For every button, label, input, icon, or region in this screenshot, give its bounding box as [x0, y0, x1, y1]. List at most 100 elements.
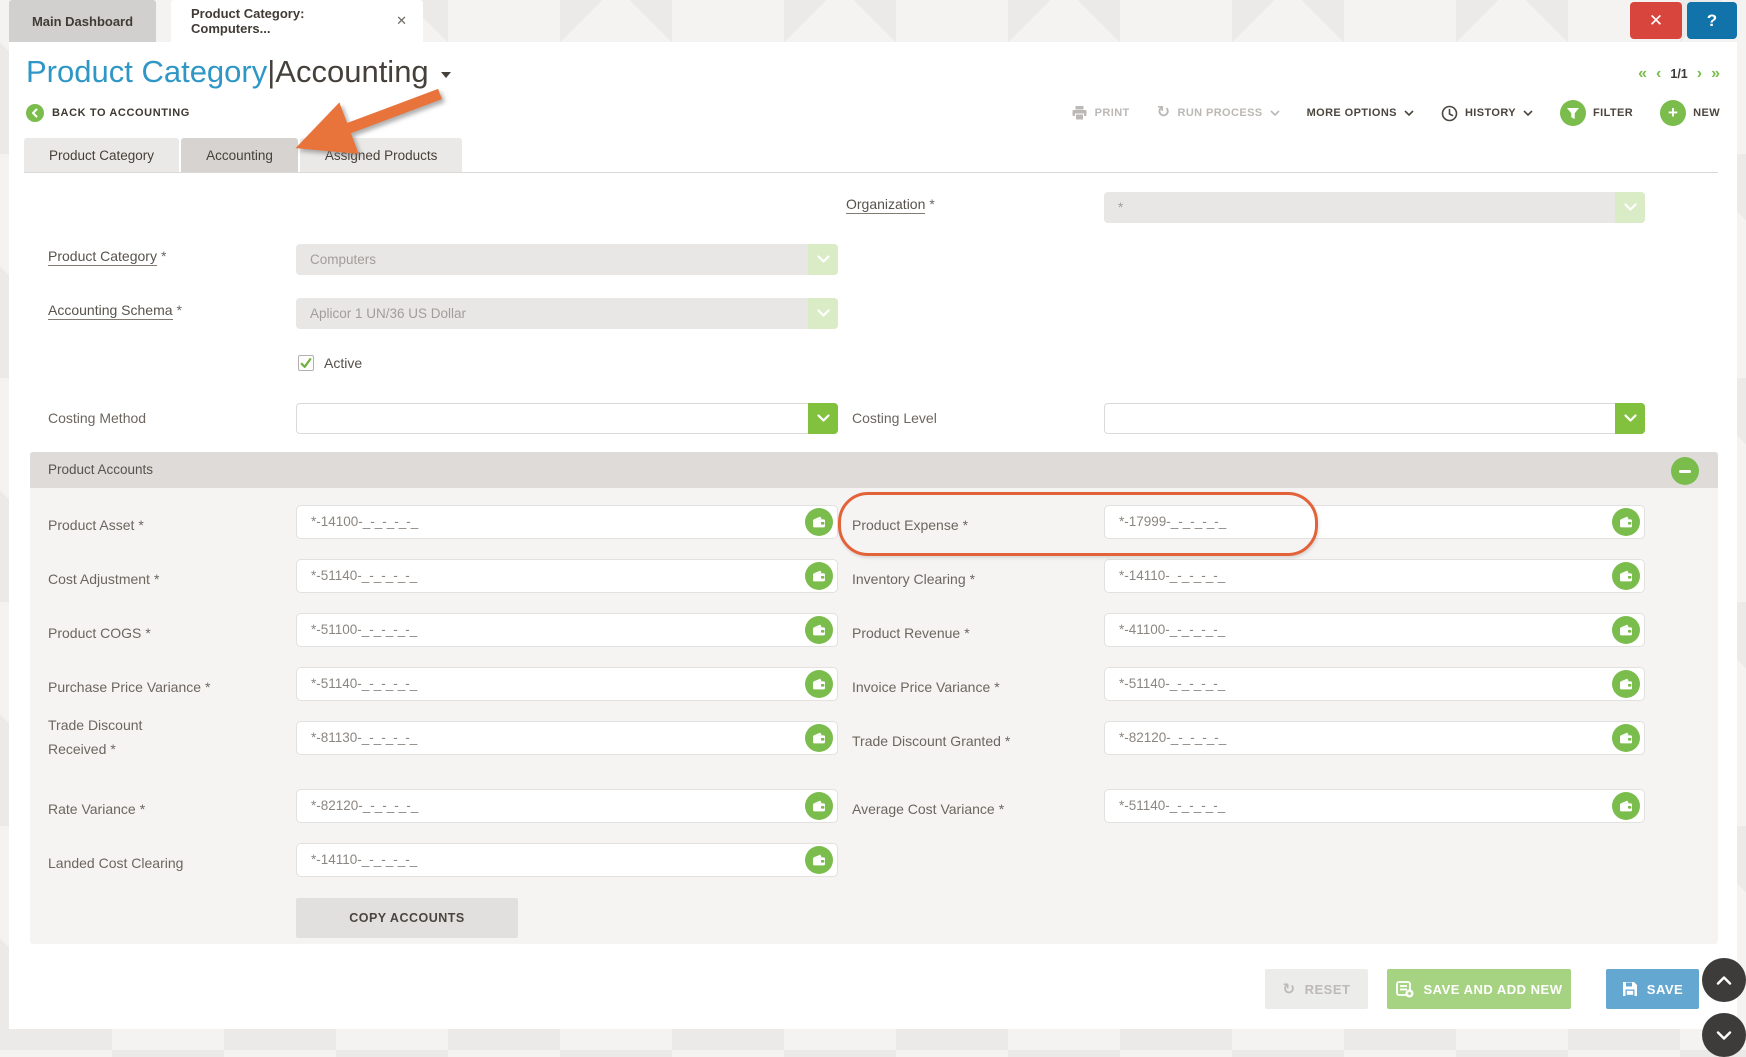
- filter-funnel-icon: [1560, 100, 1586, 126]
- product-category-label: Product Category*: [48, 244, 166, 268]
- product-expense-label: Product Expense*: [852, 513, 1082, 537]
- more-options-button[interactable]: MORE OPTIONS: [1307, 107, 1414, 119]
- run-process-icon: ↻: [1157, 105, 1171, 121]
- tabs-divider: [24, 172, 1718, 173]
- copy-accounts-button[interactable]: COPY ACCOUNTS: [296, 898, 518, 938]
- organization-label: Organization*: [846, 192, 935, 216]
- average-cost-variance-field[interactable]: *-51140-_-_-_-_-_: [1104, 789, 1645, 823]
- minus-icon: [1679, 470, 1691, 473]
- save-and-add-new-button[interactable]: SAVE AND ADD NEW: [1387, 969, 1571, 1009]
- back-to-accounting-link[interactable]: BACK TO ACCOUNTING: [26, 104, 190, 122]
- organization-select[interactable]: *: [1104, 192, 1645, 223]
- product-expense-field[interactable]: *-17999-_-_-_-_-_: [1104, 505, 1645, 539]
- first-record-button[interactable]: «: [1638, 66, 1647, 82]
- account-combination-icon[interactable]: [805, 846, 833, 874]
- save-button[interactable]: SAVE: [1606, 969, 1699, 1009]
- invoice-price-variance-field[interactable]: *-51140-_-_-_-_-_: [1104, 667, 1645, 701]
- page-title-window: Product Category: [26, 54, 267, 90]
- product-category-select[interactable]: Computers: [296, 244, 838, 275]
- reset-icon: ↻: [1283, 980, 1296, 998]
- close-icon: ✕: [1649, 11, 1663, 31]
- chevron-down-icon: [1716, 1031, 1732, 1040]
- scroll-to-top-button[interactable]: [1702, 958, 1746, 1002]
- account-combination-icon[interactable]: [1612, 508, 1640, 536]
- tab-close-icon[interactable]: ✕: [396, 13, 407, 29]
- help-button[interactable]: ?: [1687, 2, 1737, 39]
- account-combination-icon[interactable]: [805, 508, 833, 536]
- product-cogs-field[interactable]: *-51100-_-_-_-_-_: [296, 613, 838, 647]
- product-asset-label: Product Asset*: [48, 513, 258, 537]
- landed-cost-clearing-label: Landed Cost Clearing: [48, 851, 258, 875]
- chevron-down-icon: [1270, 110, 1280, 117]
- landed-cost-clearing-field[interactable]: *-14110-_-_-_-_-_: [296, 843, 838, 877]
- product-revenue-field[interactable]: *-41100-_-_-_-_-_: [1104, 613, 1645, 647]
- account-combination-icon[interactable]: [805, 616, 833, 644]
- tab-product-category[interactable]: Product Category: [24, 138, 179, 172]
- costing-method-select[interactable]: [296, 403, 838, 434]
- scroll-to-bottom-button[interactable]: [1702, 1013, 1746, 1057]
- dropdown-chevron-icon[interactable]: [1615, 192, 1645, 223]
- product-category-value: Computers: [310, 244, 376, 275]
- page-title: Product Category | Accounting: [26, 54, 451, 90]
- page-title-separator: |: [267, 54, 275, 90]
- last-record-button[interactable]: »: [1711, 66, 1720, 82]
- account-combination-icon[interactable]: [805, 792, 833, 820]
- accounting-schema-label: Accounting Schema*: [48, 298, 182, 322]
- account-combination-icon[interactable]: [805, 562, 833, 590]
- account-combination-icon[interactable]: [1612, 670, 1640, 698]
- save-disk-icon: [1622, 981, 1638, 997]
- trade-discount-received-label: Trade Discount Received*: [48, 713, 178, 761]
- dropdown-chevron-icon[interactable]: [808, 298, 838, 329]
- back-arrow-icon: [26, 104, 44, 122]
- window-tab-product-category[interactable]: Product Category: Computers... ✕: [171, 0, 423, 42]
- back-label: BACK TO ACCOUNTING: [52, 107, 190, 119]
- purchase-price-variance-field[interactable]: *-51140-_-_-_-_-_: [296, 667, 838, 701]
- print-button[interactable]: PRINT: [1071, 105, 1130, 121]
- title-dropdown-caret-icon[interactable]: [441, 72, 451, 78]
- window-tab-main-dashboard[interactable]: Main Dashboard: [9, 0, 156, 42]
- window-tab-label: Main Dashboard: [32, 14, 133, 29]
- history-clock-icon: [1441, 105, 1458, 122]
- active-label: Active: [324, 351, 362, 375]
- account-combination-icon[interactable]: [1612, 562, 1640, 590]
- previous-record-button[interactable]: ‹: [1656, 66, 1661, 82]
- record-count-label: 1/1: [1670, 67, 1687, 81]
- costing-level-select[interactable]: [1104, 403, 1645, 434]
- reset-button[interactable]: ↻ RESET: [1265, 969, 1368, 1009]
- purchase-price-variance-label: Purchase Price Variance*: [48, 675, 258, 699]
- product-revenue-label: Product Revenue*: [852, 621, 1082, 645]
- dropdown-chevron-icon[interactable]: [1615, 403, 1645, 434]
- window-close-button[interactable]: ✕: [1630, 2, 1682, 39]
- accounting-schema-select[interactable]: Aplicor 1 UN/36 US Dollar: [296, 298, 838, 329]
- rate-variance-field[interactable]: *-82120-_-_-_-_-_: [296, 789, 838, 823]
- dropdown-chevron-icon[interactable]: [808, 403, 838, 434]
- active-checkbox[interactable]: [298, 355, 314, 371]
- tab-assigned-products[interactable]: Assigned Products: [300, 138, 463, 172]
- account-combination-icon[interactable]: [1612, 616, 1640, 644]
- trade-discount-received-field[interactable]: *-81130-_-_-_-_-_: [296, 721, 838, 755]
- account-combination-icon[interactable]: [1612, 724, 1640, 752]
- history-button[interactable]: HISTORY: [1441, 105, 1533, 122]
- account-combination-icon[interactable]: [805, 670, 833, 698]
- account-combination-icon[interactable]: [805, 724, 833, 752]
- tab-accounting[interactable]: Accounting: [181, 138, 298, 172]
- section-title: Product Accounts: [48, 462, 153, 477]
- filter-button[interactable]: FILTER: [1560, 100, 1633, 126]
- check-icon: [300, 357, 312, 369]
- accounting-schema-value: Aplicor 1 UN/36 US Dollar: [310, 298, 466, 329]
- trade-discount-granted-field[interactable]: *-82120-_-_-_-_-_: [1104, 721, 1645, 755]
- chevron-down-icon: [1523, 110, 1533, 117]
- dropdown-chevron-icon[interactable]: [808, 244, 838, 275]
- run-process-button[interactable]: ↻ RUN PROCESS: [1157, 105, 1280, 121]
- next-record-button[interactable]: ›: [1697, 66, 1702, 82]
- cost-adjustment-field[interactable]: *-51140-_-_-_-_-_: [296, 559, 838, 593]
- page-title-tab: Accounting: [275, 54, 428, 90]
- chevron-up-icon: [1716, 976, 1732, 985]
- product-asset-field[interactable]: *-14100-_-_-_-_-_: [296, 505, 838, 539]
- account-combination-icon[interactable]: [1612, 792, 1640, 820]
- rate-variance-label: Rate Variance*: [48, 797, 258, 821]
- inventory-clearing-field[interactable]: *-14110-_-_-_-_-_: [1104, 559, 1645, 593]
- collapse-section-button[interactable]: [1671, 457, 1699, 485]
- trade-discount-granted-label: Trade Discount Granted*: [852, 729, 1082, 753]
- new-record-button[interactable]: + NEW: [1660, 100, 1720, 126]
